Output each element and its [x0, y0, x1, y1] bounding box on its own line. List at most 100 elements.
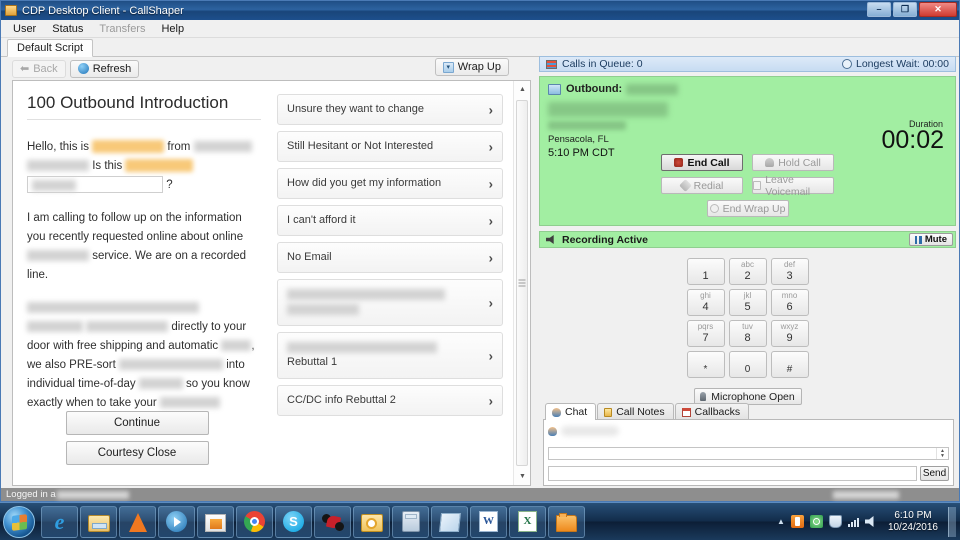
end-call-button[interactable]: End Call — [661, 154, 743, 171]
dialpad-key-4[interactable]: ghi 4 — [686, 289, 725, 316]
taskbar-item-word[interactable] — [470, 505, 507, 538]
taskbar-item-onenote[interactable] — [431, 505, 468, 538]
taskbar-item-outlook[interactable] — [353, 505, 390, 538]
rebuttal-item[interactable]: Still Hesitant or Not Interested › — [277, 131, 503, 162]
send-button[interactable]: Send — [920, 466, 949, 481]
dialpad-key-star[interactable]: * — [686, 351, 725, 378]
hold-call-button[interactable]: Hold Call — [752, 154, 834, 171]
dialpad-key-3[interactable]: def 3 — [770, 258, 809, 285]
taskbar-item-excel[interactable] — [509, 505, 546, 538]
script-scrollbar[interactable]: ▲ ▼ — [513, 81, 530, 485]
dialpad-key-0[interactable]: 0 — [728, 351, 767, 378]
taskbar-item-sticky-note[interactable] — [197, 505, 234, 538]
key-digit: 0 — [744, 363, 751, 375]
dialpad-key-2[interactable]: abc 2 — [728, 258, 767, 285]
dialpad-key-6[interactable]: mno 6 — [770, 289, 809, 316]
key-digit: 7 — [702, 332, 709, 344]
menu-item-help[interactable]: Help — [154, 22, 191, 36]
tab-default-script[interactable]: Default Script — [7, 39, 94, 57]
taskbar-item-calculator[interactable] — [392, 505, 429, 538]
dialpad-key-5[interactable]: jkl 5 — [728, 289, 767, 316]
show-desktop-button[interactable] — [948, 506, 956, 537]
end-call-icon — [674, 158, 684, 167]
redacted-text — [27, 250, 89, 262]
end-wrap-up-button[interactable]: End Wrap Up — [706, 200, 789, 217]
scroll-down-button[interactable]: ▼ — [514, 468, 530, 485]
scroll-up-button[interactable]: ▲ — [514, 81, 530, 98]
rebuttal-item[interactable]: How did you get my information › — [277, 168, 503, 199]
desktop: CDP Desktop Client - CallShaper – ❐ ✕ Us… — [0, 0, 960, 540]
chat-message-input[interactable] — [548, 466, 917, 481]
key-digit: 3 — [786, 270, 793, 282]
taskbar-item-folder[interactable] — [548, 505, 585, 538]
volume-icon[interactable] — [864, 516, 874, 527]
redacted-text — [119, 359, 224, 371]
rebuttal-item[interactable]: Rebuttal 1 › — [277, 332, 503, 379]
dialpad-key-hash[interactable]: # — [770, 351, 809, 378]
mute-button[interactable]: Mute — [908, 233, 953, 246]
key-digit: 5 — [744, 301, 751, 313]
back-button[interactable]: ⬅ Back — [12, 59, 66, 78]
rebuttal-label: Still Hesitant or Not Interested — [287, 140, 434, 152]
start-button[interactable] — [3, 505, 35, 538]
redacted-text — [221, 340, 252, 352]
system-tray: ▲ 6:10 PM 10/24/2016 — [777, 503, 960, 540]
back-button-label: Back — [33, 62, 58, 75]
tab-callbacks[interactable]: Callbacks — [674, 403, 750, 420]
skype-icon: S — [283, 511, 304, 532]
active-call-panel: Outbound: Pensacola, FL 5:10 PM CDT Dura… — [539, 76, 956, 226]
spinner-control[interactable]: ▲ ▼ — [936, 448, 948, 459]
taskbar-item-vlc[interactable] — [119, 505, 156, 538]
taskbar-item-skype[interactable]: S — [275, 505, 312, 538]
wrap-up-button[interactable]: ▾ Wrap Up — [434, 58, 509, 76]
redial-button[interactable]: Redial — [661, 177, 743, 194]
taskbar-item-internet-explorer[interactable]: e — [41, 505, 78, 538]
rebuttal-item[interactable]: Unsure they want to change › — [277, 94, 503, 125]
network-icon[interactable] — [809, 515, 823, 528]
tray-app-icon[interactable] — [790, 515, 804, 528]
key-digit: 8 — [744, 332, 751, 344]
dialpad-key-1[interactable]: 1 — [686, 258, 725, 285]
close-button[interactable]: ✕ — [919, 2, 957, 17]
refresh-button[interactable]: Refresh — [69, 59, 140, 78]
script-text-column: 100 Outbound Introduction Hello, this is… — [13, 81, 271, 485]
dialpad-key-9[interactable]: wxyz 9 — [770, 320, 809, 347]
redacted-phone-number — [626, 83, 679, 95]
rebuttal-item[interactable]: No Email › — [277, 242, 503, 273]
taskbar-item-chrome[interactable] — [236, 505, 273, 538]
scrollbar-thumb[interactable] — [516, 100, 528, 466]
title-bar[interactable]: CDP Desktop Client - CallShaper – ❐ ✕ — [1, 1, 959, 20]
word-icon — [479, 511, 498, 532]
chat-history-box[interactable]: ▲ ▼ — [548, 447, 949, 460]
signal-strength-icon[interactable] — [847, 516, 859, 527]
action-center-icon[interactable] — [828, 515, 842, 528]
menu-item-transfers[interactable]: Transfers — [92, 22, 152, 36]
tab-chat[interactable]: Chat — [545, 403, 597, 420]
redacted-text — [287, 303, 359, 315]
show-hidden-icons-icon[interactable]: ▲ — [777, 517, 785, 526]
key-digit: 2 — [744, 270, 751, 282]
script-input-field[interactable] — [27, 176, 163, 194]
menu-item-status[interactable]: Status — [45, 22, 90, 36]
internet-explorer-icon: e — [54, 508, 65, 534]
window-body: ⬅ Back Refresh ▾ Wrap Up 100 Outbound In… — [1, 56, 959, 488]
call-button-row: Redial Leave Voicemail — [661, 174, 834, 198]
dialpad-key-7[interactable]: pqrs 7 — [686, 320, 725, 347]
taskbar-item-windows-explorer[interactable] — [80, 505, 117, 538]
tab-call-notes[interactable]: Call Notes — [597, 403, 674, 420]
clock[interactable]: 6:10 PM 10/24/2016 — [884, 510, 942, 534]
taskbar-item-music-app[interactable] — [314, 505, 351, 538]
taskbar-item-media-player[interactable] — [158, 505, 195, 538]
rebuttal-item[interactable]: CC/DC info Rebuttal 2 › — [277, 385, 503, 416]
script-action-buttons: Continue Courtesy Close — [13, 411, 261, 471]
leave-voicemail-button[interactable]: Leave Voicemail — [752, 174, 834, 198]
courtesy-close-button[interactable]: Courtesy Close — [65, 441, 209, 465]
restore-button[interactable]: ❐ — [893, 2, 917, 17]
dialpad-key-8[interactable]: tuv 8 — [728, 320, 767, 347]
rebuttal-item[interactable]: I can't afford it › — [277, 205, 503, 236]
rebuttal-item[interactable]: › — [277, 279, 503, 326]
chevron-right-icon: › — [488, 102, 493, 117]
menu-item-user[interactable]: User — [6, 22, 43, 36]
continue-button[interactable]: Continue — [65, 411, 209, 435]
minimize-button[interactable]: – — [867, 2, 891, 17]
